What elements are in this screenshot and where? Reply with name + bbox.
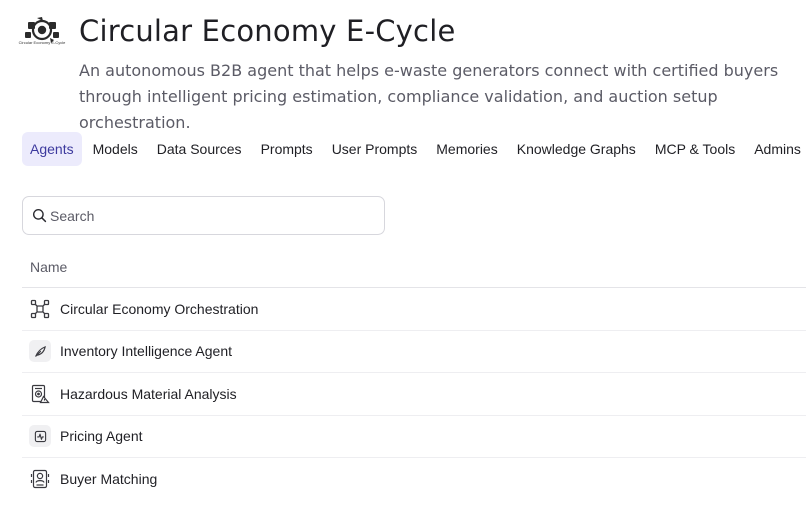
- page-title: Circular Economy E-Cycle: [79, 14, 456, 48]
- orchestration-network-icon: [29, 298, 51, 320]
- search-input[interactable]: [50, 207, 350, 224]
- tab-knowledge-graphs[interactable]: Knowledge Graphs: [509, 132, 644, 166]
- tab-admins[interactable]: Admins: [746, 132, 806, 166]
- table-row[interactable]: Buyer Matching: [22, 458, 806, 501]
- app-logo: [22, 16, 62, 56]
- table-row[interactable]: Pricing Agent: [22, 416, 806, 458]
- table-row[interactable]: Hazardous Material Analysis: [22, 373, 806, 416]
- page-description: An autonomous B2B agent that helps e-was…: [79, 61, 779, 132]
- pulse-chart-icon: [29, 425, 51, 448]
- tab-mcp-tools[interactable]: MCP & Tools: [647, 132, 743, 166]
- agent-name: Inventory Intelligence Agent: [60, 343, 233, 360]
- tab-agents[interactable]: Agents: [22, 132, 82, 166]
- logo-caption: Circular Economy E-Cycle: [18, 40, 66, 45]
- agent-name: Pricing Agent: [60, 428, 143, 445]
- tab-user-prompts[interactable]: User Prompts: [324, 132, 426, 166]
- table-row[interactable]: Circular Economy Orchestration: [22, 288, 806, 331]
- tab-data-sources[interactable]: Data Sources: [149, 132, 250, 166]
- tab-memories[interactable]: Memories: [428, 132, 505, 166]
- agent-name: Buyer Matching: [60, 471, 158, 488]
- agent-name: Hazardous Material Analysis: [60, 385, 237, 402]
- tab-bar: Agents Models Data Sources Prompts User …: [22, 132, 806, 166]
- recycle-logo-icon: [25, 17, 59, 43]
- table-row[interactable]: Inventory Intelligence Agent: [22, 331, 806, 373]
- hazard-document-icon: [29, 383, 51, 405]
- search-icon: [32, 208, 47, 223]
- agents-table: Name Circular Economy Orchestration Inve…: [22, 246, 806, 501]
- page-header: Circular Economy E-Cycle Circular Econom…: [19, 14, 806, 132]
- search-box[interactable]: [22, 196, 385, 235]
- tab-models[interactable]: Models: [85, 132, 146, 166]
- buyer-profile-icon: [29, 468, 51, 490]
- column-header-name[interactable]: Name: [22, 246, 806, 288]
- tab-prompts[interactable]: Prompts: [253, 132, 321, 166]
- leaf-feather-icon: [29, 340, 51, 363]
- agent-name: Circular Economy Orchestration: [60, 300, 259, 317]
